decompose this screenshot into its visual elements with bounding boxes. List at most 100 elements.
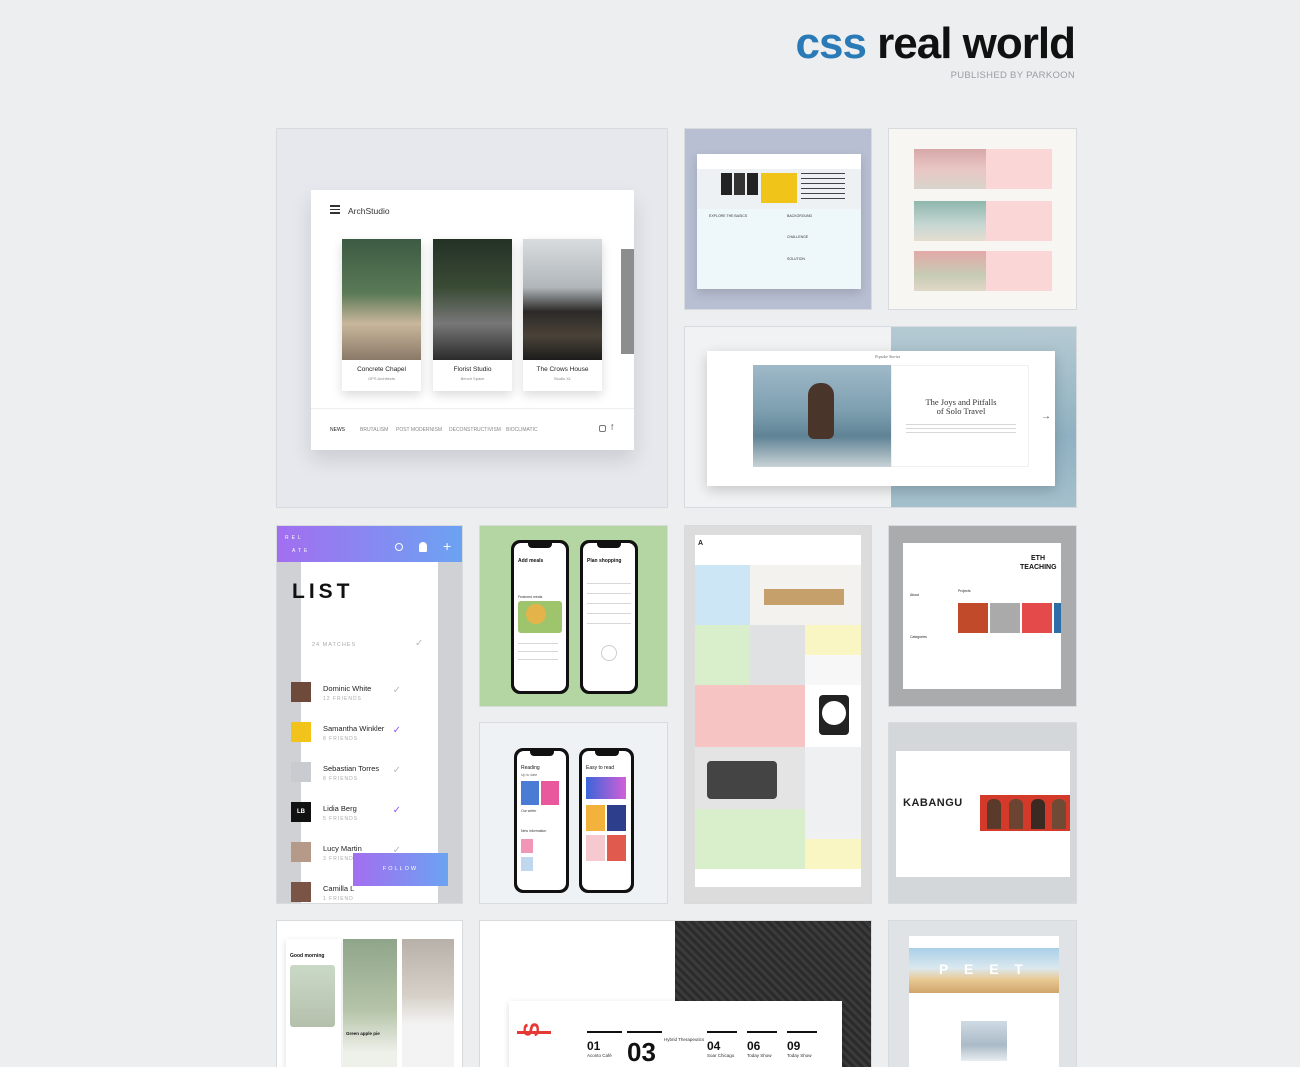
list-row[interactable]: Samantha Winkler 8 FRIENDS ✓ — [291, 722, 401, 750]
kabangu-title: KABANGU — [903, 797, 963, 809]
check-icon[interactable]: ✓ — [393, 685, 401, 696]
avatar — [291, 882, 311, 902]
arch-brand: ArchStudio — [348, 206, 390, 216]
phone-mockup: Reading Up to date Our writer New inform… — [514, 748, 569, 893]
nav-item: BRUTALISM — [360, 427, 389, 433]
eth-page: ETH TEACHING About Projects Categories — [903, 543, 1061, 689]
list-title: LIST — [292, 580, 354, 603]
item-label: Hybrid Therapeutics — [664, 1037, 705, 1042]
site-header: css real world PUBLISHED BY PARKOON — [796, 20, 1076, 82]
site-logo[interactable]: css real world — [796, 20, 1076, 68]
featured-label: Featured meals — [518, 595, 543, 599]
phone-mockup: Easy to read — [579, 748, 634, 893]
hamburger-icon — [330, 205, 340, 214]
gallery-tile-meals-app[interactable]: Add meals Featured meals Plan shopping — [479, 525, 668, 707]
nav-item: NEWS — [330, 427, 345, 433]
check-icon[interactable]: ✓ — [393, 805, 401, 816]
writer-label: Our writer — [521, 809, 537, 813]
new-info-label: New information — [521, 829, 547, 833]
search-icon[interactable] — [395, 543, 403, 551]
row-name: Lucy Martin — [323, 844, 362, 853]
arch-project-card: Concrete Chapel OPS Architects — [342, 239, 421, 391]
item-number: 03 — [627, 1037, 656, 1067]
gallery-tile-architecture-doc[interactable]: EXPLORE THE BASICS BACKGROUND CHALLENGE … — [684, 128, 872, 310]
item-label: Today Show — [787, 1053, 812, 1058]
doc-card: EXPLORE THE BASICS BACKGROUND CHALLENGE … — [697, 154, 861, 289]
follow-button[interactable]: FOLLOW — [353, 853, 448, 886]
row-sub: 5 FRIENDS — [323, 816, 359, 822]
gallery-tile-good-morning-app[interactable]: Good morning Green apple pie — [276, 920, 463, 1067]
project-subtitle: OPS Architects — [368, 376, 395, 381]
project-subtitle: Studio XL — [553, 376, 572, 381]
bell-icon[interactable] — [419, 542, 427, 552]
row-name: Dominic White — [323, 684, 372, 693]
app-screen — [402, 939, 454, 1067]
person-silhouette — [808, 383, 834, 439]
nav-item: DECONSTRUCTIVISM — [449, 427, 501, 433]
row-sub: 12 FRIENDS — [323, 696, 362, 702]
shopping-title: Plan shopping — [587, 558, 622, 564]
check-icon: ✓ — [415, 638, 424, 649]
project-title: Concrete Chapel — [357, 366, 406, 373]
travel-card: Popular Stories The Joys and Pitfalls of… — [707, 351, 1055, 486]
gallery-tile-pink-rooms[interactable] — [888, 128, 1077, 310]
item-number: 06 — [747, 1039, 761, 1053]
row-sub: 8 FRIENDS — [323, 776, 359, 782]
eth-title-1: ETH — [1031, 555, 1045, 562]
numbered-card: S 01 Aconto Café 03 Hybrid Therapeutics … — [509, 1001, 842, 1067]
reading-sub: Up to date — [521, 773, 538, 777]
list-row[interactable]: LB Lidia Berg 5 FRIENDS ✓ — [291, 802, 401, 830]
gallery-tile-archstudio[interactable]: ArchStudio Concrete Chapel OPS Architect… — [276, 128, 668, 508]
eth-projects: Projects — [958, 589, 971, 593]
travel-title-2: of Solo Travel — [936, 406, 986, 416]
peet-title: P E E T — [939, 961, 1029, 977]
gallery-tile-eth-teaching[interactable]: ETH TEACHING About Projects Categories — [888, 525, 1077, 707]
project-image — [342, 239, 421, 360]
grid-logo: A — [698, 540, 704, 547]
project-image — [523, 239, 602, 360]
logo-real-world: real world — [877, 19, 1076, 68]
arch-nav: NEWS BRUTALISM POST MODERNISM DECONSTRUC… — [311, 408, 634, 450]
item-label: Aconto Café — [587, 1053, 612, 1058]
travel-header: Popular Stories — [875, 354, 901, 359]
doc-heading: EXPLORE THE BASICS — [709, 214, 748, 218]
doc-hero — [697, 169, 861, 209]
matches-count: 24 MATCHES — [312, 642, 357, 648]
brand-line-2: ATE — [292, 548, 311, 554]
kabangu-page: KABANGU — [896, 751, 1070, 877]
project-title: Florist Studio — [453, 366, 492, 373]
instagram-icon — [599, 425, 606, 432]
gallery-tile-numbered-list[interactable]: S 01 Aconto Café 03 Hybrid Therapeutics … — [479, 920, 872, 1067]
gallery-tile-reading-app[interactable]: Reading Up to date Our writer New inform… — [479, 722, 668, 904]
list-row[interactable]: Sebastian Torres 8 FRIENDS ✓ — [291, 762, 401, 790]
avatar — [291, 682, 311, 702]
arch-project-card: Florist Studio Bench Space — [433, 239, 512, 391]
gallery-tile-kabangu[interactable]: KABANGU — [888, 722, 1077, 904]
byline: PUBLISHED BY PARKOON — [950, 70, 1075, 81]
list-header: REL ATE + — [277, 526, 462, 562]
item-label: Soar Chicago — [707, 1053, 735, 1058]
avatar — [291, 762, 311, 782]
arrow-right-icon[interactable]: → — [1041, 411, 1051, 422]
gallery-tile-product-grid[interactable]: A — [684, 525, 872, 904]
doc-heading: SOLUTION — [787, 257, 805, 261]
list-row[interactable]: Dominic White 12 FRIENDS ✓ — [291, 682, 401, 710]
nav-item: BIOCLIMATIC — [506, 427, 538, 433]
arch-card: ArchStudio Concrete Chapel OPS Architect… — [311, 190, 634, 450]
item-number: 01 — [587, 1039, 601, 1053]
row-name: Sebastian Torres — [323, 764, 380, 773]
reading-title: Reading — [521, 765, 540, 771]
gallery-tile-relate-list[interactable]: REL ATE + LIST 24 MATCHES ✓ Dominic Whit… — [276, 525, 463, 904]
item-label: Today Show — [747, 1053, 772, 1058]
travel-article: The Joys and Pitfalls of Solo Travel — [891, 365, 1029, 467]
check-icon[interactable]: ✓ — [393, 725, 401, 736]
avatar — [291, 842, 311, 862]
gallery-tile-travel-magazine[interactable]: Popular Stories The Joys and Pitfalls of… — [684, 326, 1077, 508]
gallery-tile-peet[interactable]: P E E T — [888, 920, 1077, 1067]
app-screen: Good morning — [286, 939, 341, 1067]
eth-categories: Categories — [910, 635, 927, 639]
plus-icon[interactable]: + — [443, 538, 451, 554]
app-screen: Green apple pie — [343, 939, 397, 1067]
check-icon[interactable]: ✓ — [393, 765, 401, 776]
project-image — [433, 239, 512, 360]
